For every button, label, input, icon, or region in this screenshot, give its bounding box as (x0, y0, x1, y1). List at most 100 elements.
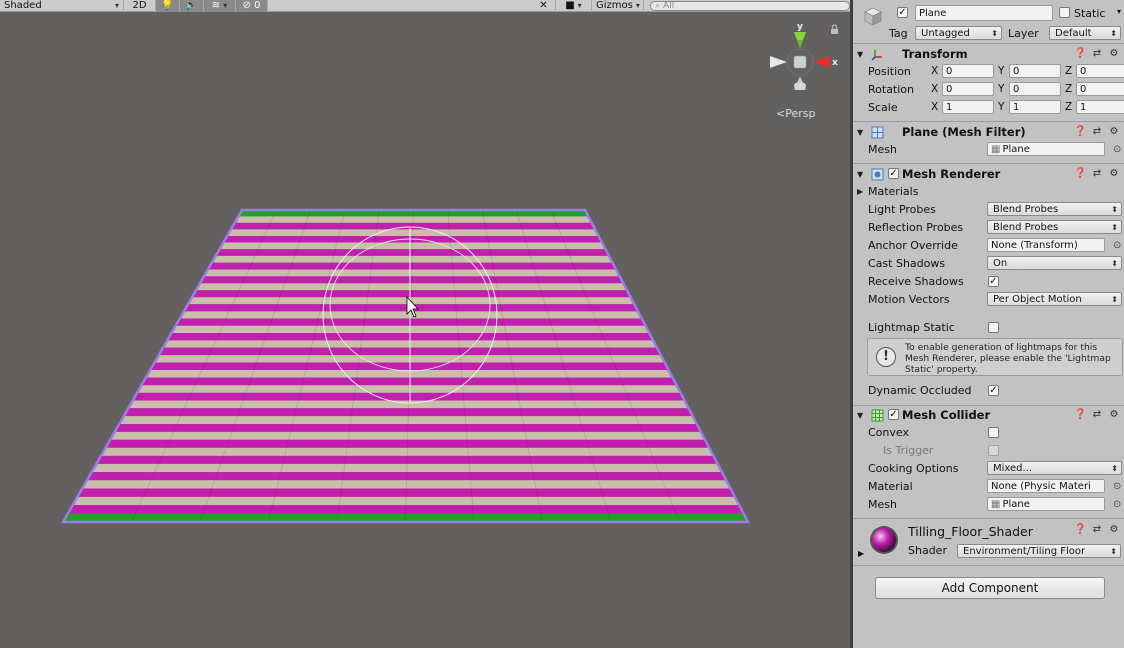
preset-icon[interactable]: ⇄ (1091, 126, 1103, 138)
floor-plane[interactable] (0, 0, 850, 648)
object-picker-icon[interactable]: ⊙ (1113, 499, 1121, 510)
scale-z-field[interactable]: 1 (1076, 100, 1124, 114)
y-axis-label[interactable]: Y (998, 83, 1004, 95)
y-axis-label[interactable]: Y (998, 101, 1004, 113)
collider-material-row: Material None (Physic Materi ⊙ (853, 477, 1124, 495)
gizmos-dropdown[interactable]: Gizmos (592, 0, 644, 12)
neg-x-axis-cone[interactable] (770, 56, 787, 68)
preset-icon[interactable]: ⇄ (1091, 409, 1103, 421)
x-axis-label[interactable]: X (931, 101, 938, 113)
layer-label: Layer (1008, 26, 1039, 40)
collider-mesh-field[interactable]: ▦ Plane (987, 497, 1105, 511)
add-component-button[interactable]: Add Component (875, 577, 1105, 599)
position-z-field[interactable]: 0 (1076, 64, 1124, 78)
projection-label[interactable]: <Persp (776, 107, 815, 120)
rotation-y-field[interactable]: 0 (1009, 82, 1061, 96)
help-icon[interactable]: ❓ (1074, 48, 1086, 60)
mesh-filter-grid-icon (871, 126, 884, 138)
object-picker-icon[interactable]: ⊙ (1113, 144, 1121, 155)
foldout-arrow-icon[interactable]: ▼ (857, 411, 863, 420)
reflection-probes-dropdown[interactable]: Blend Probes (987, 220, 1122, 234)
mode-2d-button[interactable]: 2D (124, 0, 156, 12)
cooking-options-dropdown[interactable]: Mixed... (987, 461, 1122, 475)
preset-icon[interactable]: ⇄ (1091, 524, 1103, 536)
active-checkbox[interactable]: ✓ (897, 7, 908, 18)
light-probes-dropdown[interactable]: Blend Probes (987, 202, 1122, 216)
mesh-renderer-header[interactable]: ▼ ✓ Mesh Renderer ❓ ⇄ ⚙ (853, 165, 1124, 183)
chevron-right-icon[interactable]: ▶ (857, 187, 863, 196)
mesh-filter-header[interactable]: ▼ Plane (Mesh Filter) ❓ ⇄ ⚙ (853, 123, 1124, 141)
audio-toggle[interactable]: 🔈 (180, 0, 204, 12)
layer-dropdown[interactable]: Default (1049, 26, 1121, 40)
object-picker-icon[interactable]: ⊙ (1113, 481, 1121, 492)
tag-label: Tag (889, 26, 908, 40)
collider-mesh-value: Plane (1002, 498, 1030, 510)
gear-icon[interactable]: ⚙ (1108, 524, 1120, 536)
anchor-override-field[interactable]: None (Transform) (987, 238, 1105, 252)
component-header-icons: ❓ ⇄ ⚙ (1074, 409, 1120, 421)
orientation-gizmo[interactable]: y x (760, 18, 844, 100)
gear-icon[interactable]: ⚙ (1108, 126, 1120, 138)
help-icon[interactable]: ❓ (1074, 524, 1086, 536)
z-axis-label[interactable]: Z (1065, 65, 1072, 77)
x-axis-label[interactable]: X (931, 65, 938, 77)
gear-icon[interactable]: ⚙ (1108, 48, 1120, 60)
effects-dropdown[interactable]: ≋ (204, 0, 236, 12)
mesh-object-field[interactable]: ▦ Plane (987, 142, 1105, 156)
lock-icon[interactable] (831, 24, 838, 34)
hidden-objects-toggle[interactable]: ⊘ 0 (236, 0, 268, 12)
tag-dropdown[interactable]: Untagged (915, 26, 1002, 40)
motion-vectors-dropdown[interactable]: Per Object Motion (987, 292, 1122, 306)
search-input[interactable]: ⌕ All (650, 0, 850, 11)
scale-y-field[interactable]: 1 (1009, 100, 1061, 114)
help-icon[interactable]: ❓ (1074, 168, 1086, 180)
foldout-arrow-icon[interactable]: ▼ (857, 128, 863, 137)
scale-x-field[interactable]: 1 (942, 100, 994, 114)
foldout-arrow-icon[interactable]: ▼ (857, 50, 863, 59)
preset-icon[interactable]: ⇄ (1091, 168, 1103, 180)
x-axis-cone[interactable] (813, 56, 830, 68)
transform-header[interactable]: ▼ Transform ❓ ⇄ ⚙ (853, 45, 1124, 63)
static-checkbox[interactable] (1059, 7, 1070, 18)
lighting-toggle[interactable]: 💡 (156, 0, 180, 12)
y-axis-label[interactable]: Y (998, 65, 1004, 77)
position-y-field[interactable]: 0 (1009, 64, 1061, 78)
rotation-x-field[interactable]: 0 (942, 82, 994, 96)
chevron-right-icon[interactable]: ▶ (858, 549, 864, 558)
gear-icon[interactable]: ⚙ (1108, 409, 1120, 421)
z-axis-label[interactable]: Z (1065, 83, 1072, 95)
position-x-field[interactable]: 0 (942, 64, 994, 78)
mesh-collider-header[interactable]: ▼ ✓ Mesh Collider ❓ ⇄ ⚙ (853, 406, 1124, 424)
camera-dropdown[interactable]: ■ (556, 0, 592, 12)
receive-shadows-checkbox[interactable]: ✓ (988, 275, 999, 287)
materials-row[interactable]: ▶ Materials (853, 182, 1124, 200)
foldout-arrow-icon[interactable]: ▼ (857, 170, 863, 179)
object-name-field[interactable]: Plane (915, 5, 1053, 21)
dynamic-occluded-checkbox[interactable]: ✓ (988, 384, 999, 396)
help-icon[interactable]: ❓ (1074, 126, 1086, 138)
object-picker-icon[interactable]: ⊙ (1113, 240, 1121, 251)
light-probes-row: Light Probes Blend Probes (853, 200, 1124, 218)
component-header-icons: ❓ ⇄ ⚙ (1074, 524, 1120, 536)
transform-axes-icon (871, 49, 882, 61)
static-dropdown-arrow-icon[interactable]: ▾ (1117, 7, 1121, 16)
mesh-collider-enabled-checkbox[interactable]: ✓ (888, 409, 899, 420)
z-axis-label[interactable]: Z (1065, 101, 1072, 113)
rotation-z-field[interactable]: 0 (1076, 82, 1124, 96)
physic-material-field[interactable]: None (Physic Materi (987, 479, 1105, 493)
gear-icon[interactable]: ⚙ (1108, 168, 1120, 180)
mesh-renderer-enabled-checkbox[interactable]: ✓ (888, 168, 899, 179)
tools-button[interactable]: ✕ (532, 0, 556, 12)
convex-checkbox[interactable] (988, 426, 999, 438)
help-icon[interactable]: ❓ (1074, 409, 1086, 421)
cast-shadows-dropdown[interactable]: On (987, 256, 1122, 270)
lightmap-static-checkbox[interactable] (988, 321, 999, 333)
scene-view[interactable]: Shaded 2D 💡 🔈 ≋ ⊘ 0 ✕ ■ Gizmos ⌕All y x … (0, 0, 850, 648)
x-axis-label[interactable]: X (931, 83, 938, 95)
anchor-override-row: Anchor Override None (Transform) ⊙ (853, 236, 1124, 254)
shader-dropdown[interactable]: Environment/Tiling Floor (957, 544, 1121, 558)
gizmo-center-cube[interactable] (793, 55, 807, 69)
mesh-renderer-icon (871, 168, 884, 180)
preset-icon[interactable]: ⇄ (1091, 48, 1103, 60)
draw-mode-dropdown[interactable]: Shaded (0, 0, 124, 12)
